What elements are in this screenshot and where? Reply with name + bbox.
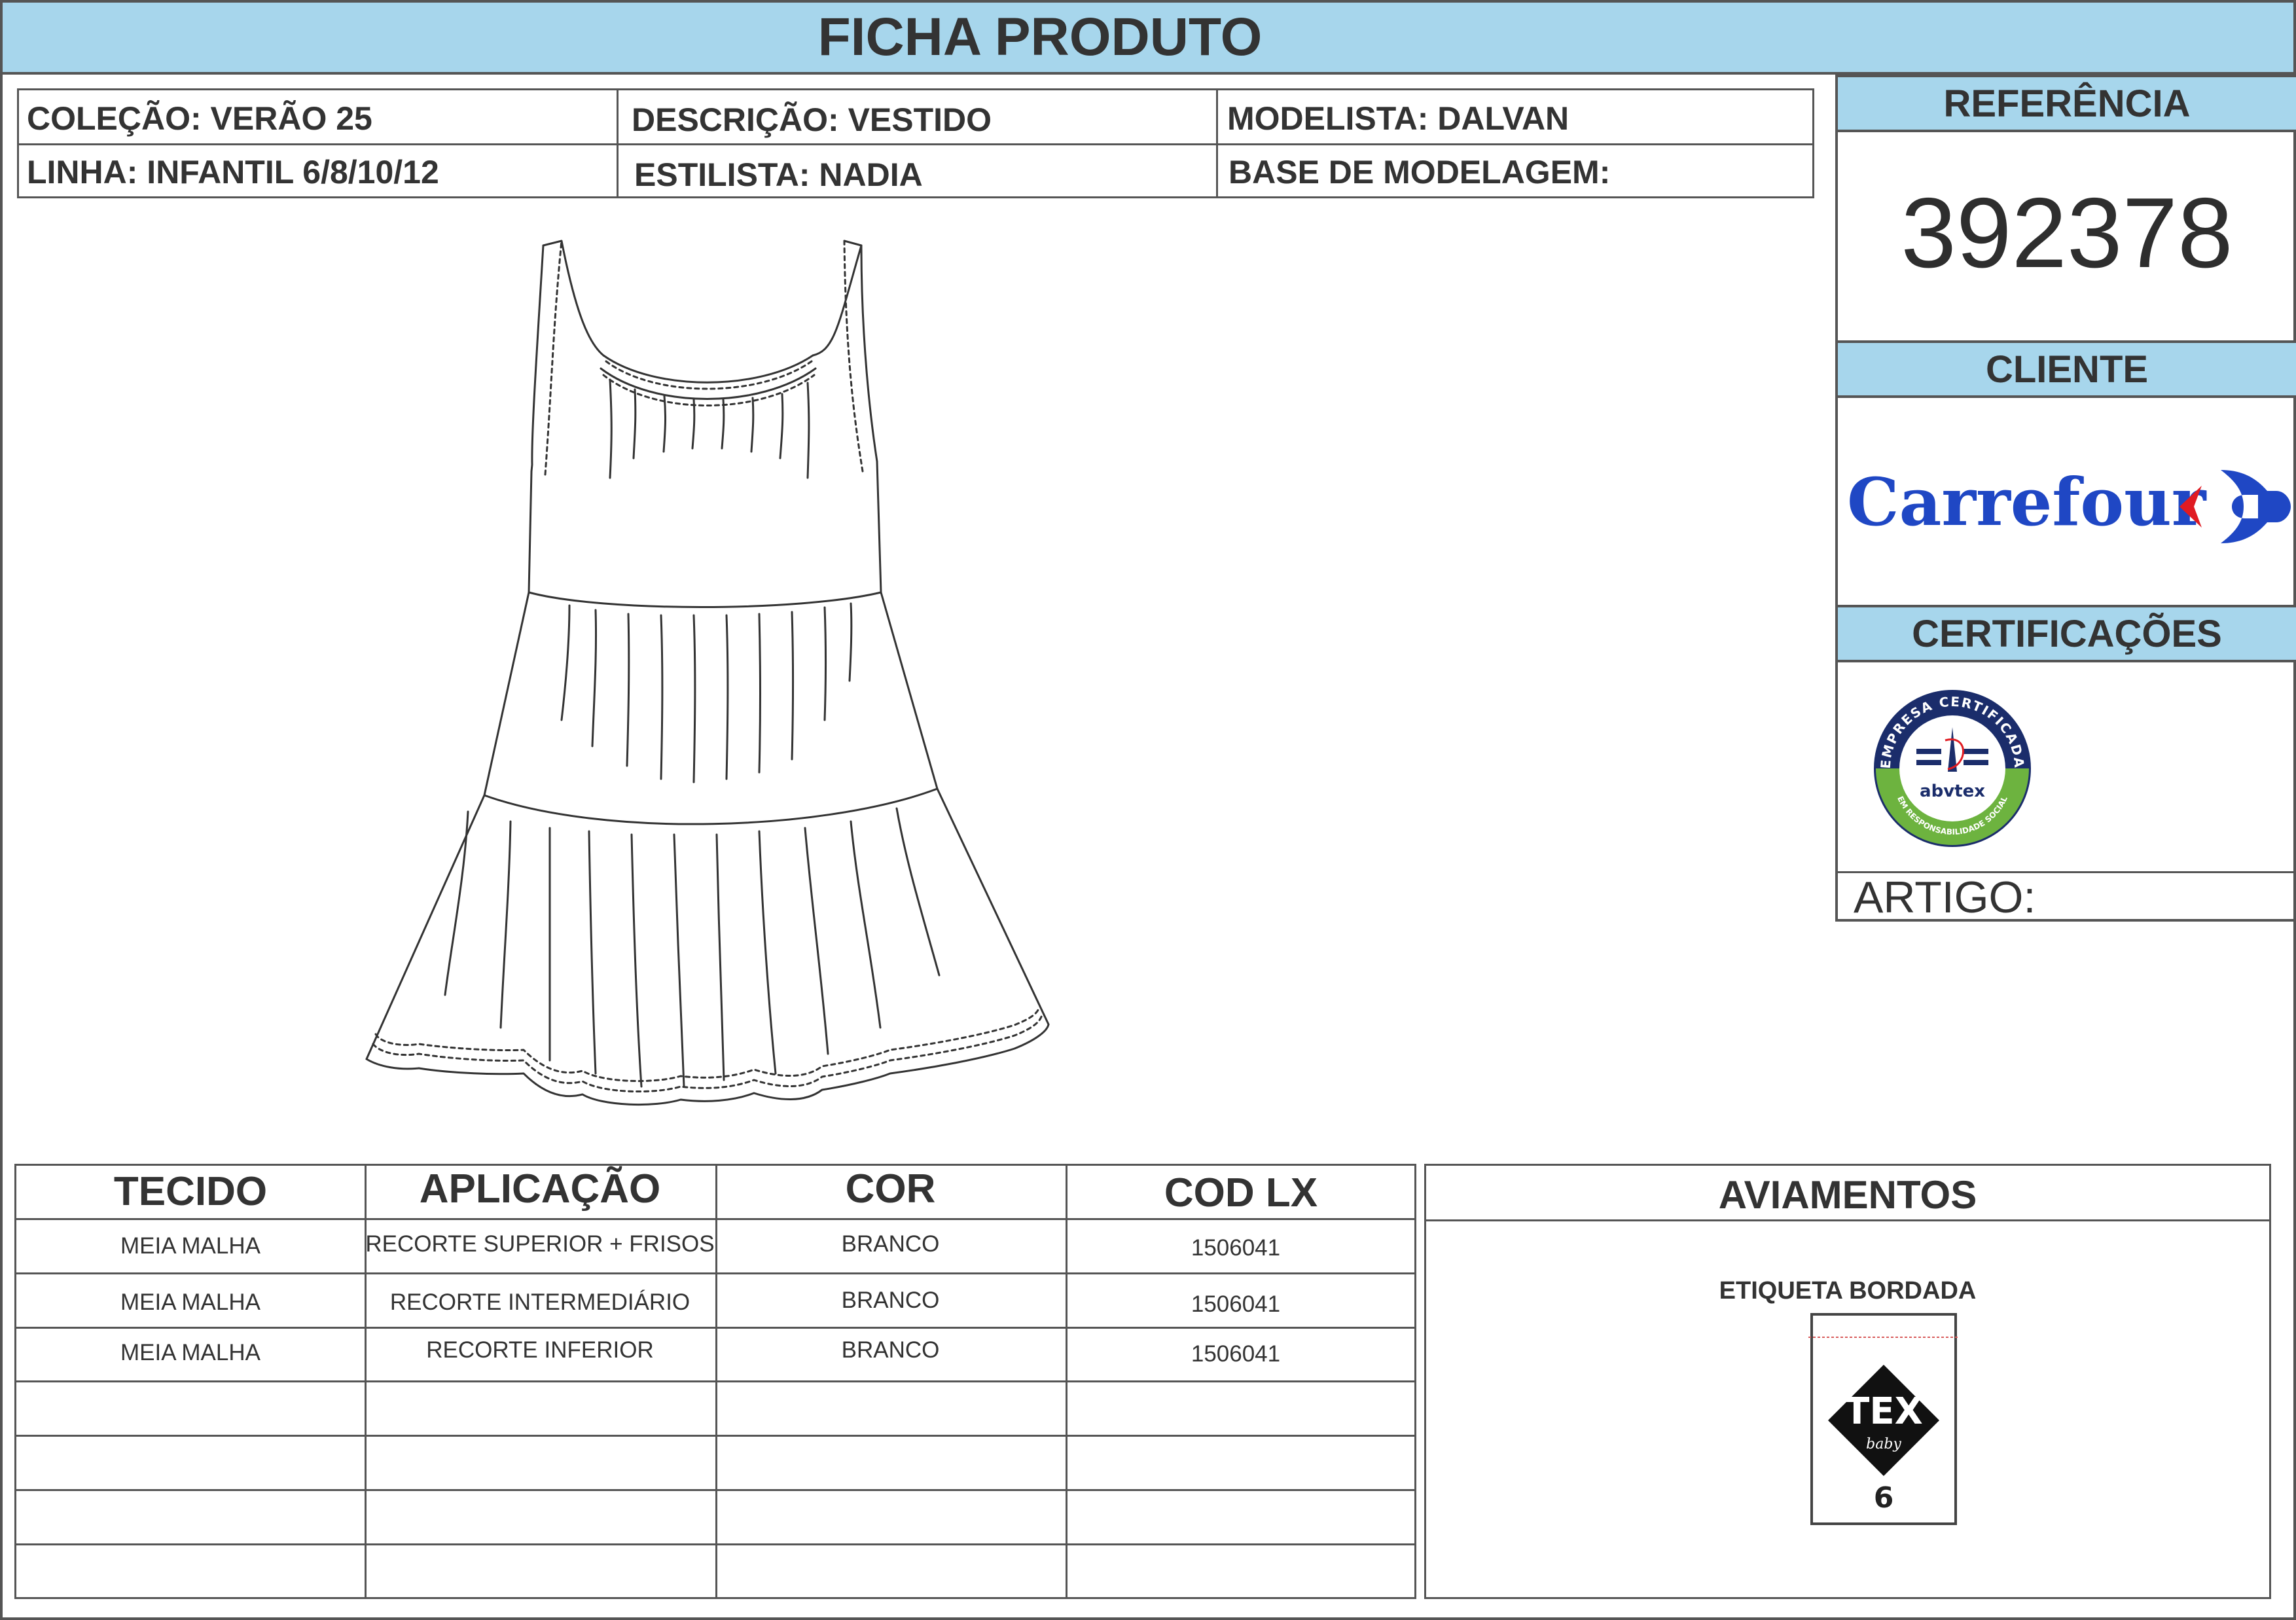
abvtex-brand: abvtex: [1920, 782, 1985, 801]
abvtex-seal: EMPRESA CERTIFICADA EM RESPONSABILIDADE …: [1871, 687, 2034, 850]
aviamentos-title: AVIAMENTOS: [1718, 1173, 1977, 1217]
table-cell: MEIA MALHA: [120, 1340, 260, 1365]
lower-tier-right: [936, 787, 1050, 1026]
carrefour-blue-c-icon: [2221, 470, 2291, 543]
product-info-grid: COLEÇÃO: VERÃO 25 DESCRIÇÃO: VESTIDO MOD…: [17, 88, 1814, 198]
bodice-right-side: [876, 460, 882, 594]
table-cell: 1506041: [1191, 1341, 1281, 1367]
table-cell: MEIA MALHA: [120, 1289, 260, 1315]
table-divider: [16, 1435, 1414, 1437]
table-cell: RECORTE SUPERIOR + FRISOS: [365, 1231, 715, 1257]
table-divider: [16, 1543, 1414, 1545]
linha-field: LINHA: INFANTIL 6/8/10/12: [27, 154, 439, 190]
title-bar: FICHA PRODUTO: [0, 0, 2296, 75]
colecao-field: COLEÇÃO: VERÃO 25: [27, 100, 372, 137]
dress-technical-drawing: [353, 223, 1060, 1119]
cliente-header: CLIENTE: [1838, 340, 2296, 398]
carrefour-wordmark: Carrefour: [1847, 463, 2207, 541]
aviamentos-panel: AVIAMENTOS ETIQUETA BORDADA TEX baby 6: [1424, 1164, 2271, 1599]
label-size: 6: [1874, 1481, 1894, 1515]
table-cell: BRANCO: [841, 1337, 940, 1363]
table-divider: [16, 1327, 1414, 1329]
embroidered-label-image: TEX baby 6: [1808, 1311, 1959, 1527]
label-sub: baby: [1866, 1436, 1901, 1452]
right-strap: [812, 240, 863, 357]
table-cell: 1506041: [1191, 1291, 1281, 1317]
table-cell: BRANCO: [841, 1231, 940, 1257]
middle-seam: [483, 787, 939, 825]
column-header-cod-lx: COD LX: [1164, 1170, 1318, 1215]
middle-tier-right: [880, 591, 939, 790]
neckline: [602, 354, 814, 384]
referencia-header: REFERÊNCIA: [1838, 75, 2296, 132]
trim-item-label: ETIQUETA BORDADA: [1719, 1277, 1977, 1305]
table-cell: RECORTE INFERIOR: [426, 1337, 654, 1363]
table-divider: [16, 1489, 1414, 1491]
right-sidebar: REFERÊNCIA 392378 CLIENTE Carrefour CERT…: [1835, 75, 2296, 922]
middle-tier-left: [483, 591, 530, 797]
label-brand: TEX: [1844, 1390, 1923, 1433]
artigo-label: ARTIGO:: [1854, 873, 2036, 922]
column-header-tecido: TECIDO: [113, 1169, 268, 1214]
certificacoes-header: CERTIFICAÇÕES: [1838, 605, 2296, 662]
descricao-field: DESCRIÇÃO: VESTIDO: [632, 101, 992, 138]
table-cell: 1506041: [1191, 1235, 1281, 1261]
page-title: FICHA PRODUTO: [817, 7, 1263, 67]
info-divider: [1216, 90, 1218, 196]
table-cell: BRANCO: [841, 1287, 940, 1313]
carrefour-logo: Carrefour: [1844, 454, 2296, 559]
aviamentos-divider: [1426, 1219, 2269, 1221]
left-strap: [542, 240, 605, 357]
table-divider: [16, 1218, 1414, 1220]
estilista-field: ESTILISTA: NADIA: [634, 156, 923, 193]
column-header-aplicacao: APLICAÇÃO: [419, 1166, 661, 1212]
reference-number: 392378: [1901, 177, 2233, 289]
table-divider: [16, 1272, 1414, 1274]
upper-seam: [528, 591, 882, 608]
table-divider: [16, 1380, 1414, 1382]
table-cell: RECORTE INTERMEDIÁRIO: [389, 1289, 691, 1315]
fabric-table: TECIDO APLICAÇÃO COR COD LX MEIA MALHA R…: [14, 1164, 1416, 1599]
table-cell: MEIA MALHA: [120, 1233, 260, 1259]
bodice-left-side: [528, 470, 533, 594]
info-divider: [617, 90, 619, 196]
modelista-field: MODELISTA: DALVAN: [1227, 100, 1570, 137]
base-modelagem-field: BASE DE MODELAGEM:: [1229, 154, 1611, 190]
info-divider: [19, 143, 1812, 145]
column-header-cor: COR: [845, 1166, 936, 1212]
hem: [365, 1023, 1050, 1106]
